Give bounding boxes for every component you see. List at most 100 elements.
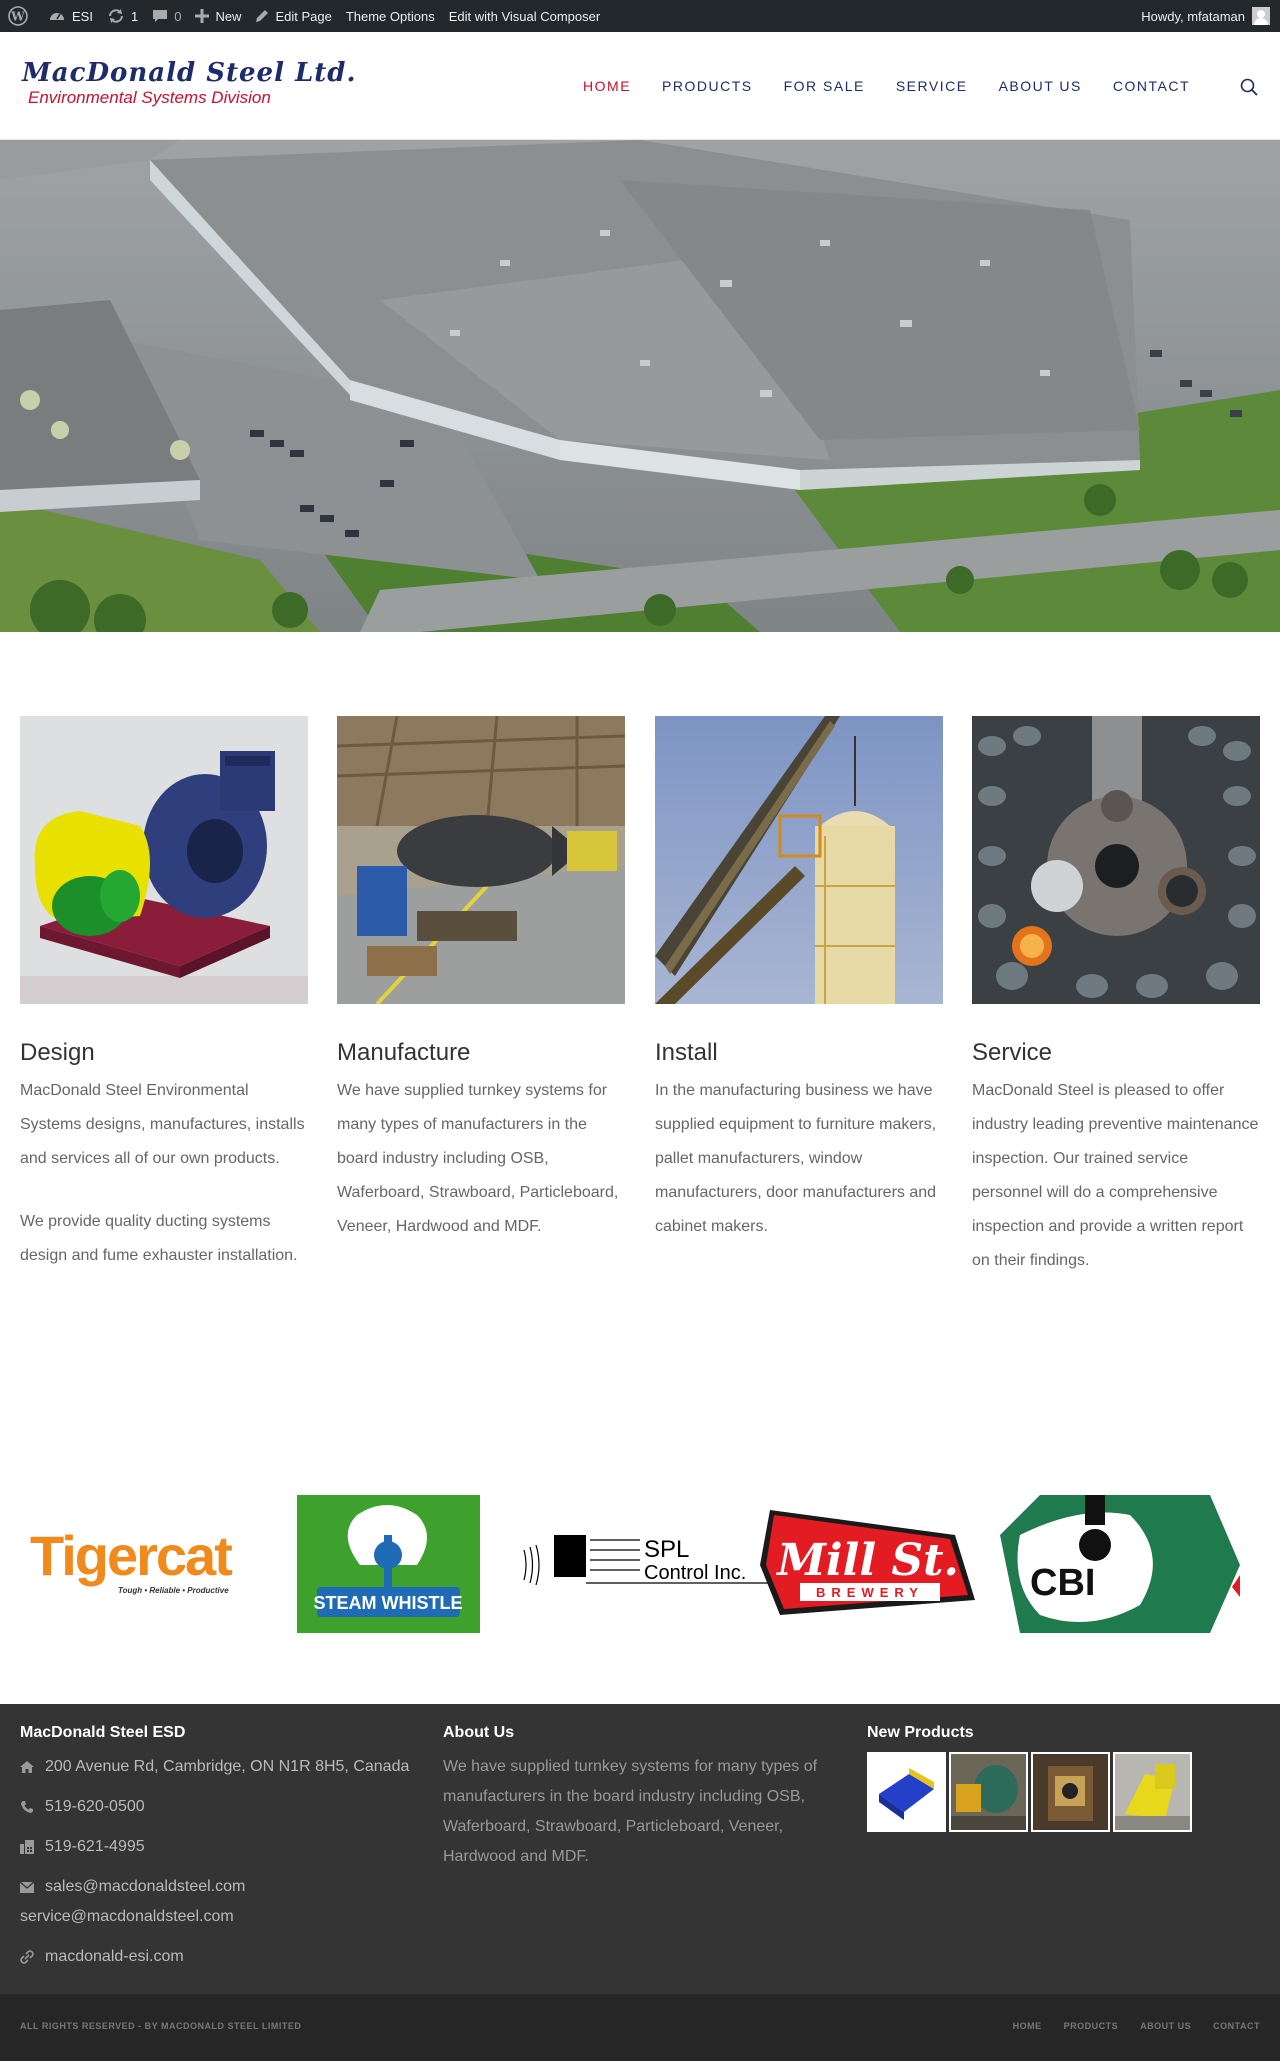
logo-main-text: MacDonald Steel Ltd. <box>22 58 357 88</box>
product-thumb[interactable] <box>867 1752 946 1832</box>
aerial-factory-image <box>0 140 1280 632</box>
nav-home[interactable]: HOME <box>583 78 631 94</box>
product-thumb[interactable] <box>949 1752 1028 1832</box>
howdy-text: Howdy, mfataman <box>1141 8 1245 24</box>
fax-icon <box>20 1840 34 1854</box>
cbi-logo[interactable]: CBI <box>1000 1495 1240 1633</box>
wordpress-icon: W <box>8 6 28 26</box>
wordpress-logo-button[interactable]: W <box>0 0 41 32</box>
steam-whistle-wordmark: STEAM WHISTLE <box>314 1593 463 1613</box>
footer-about-title: About Us <box>443 1724 515 1741</box>
feature-install: Install In the manufacturing business we… <box>655 716 943 1244</box>
theme-options-button[interactable]: Theme Options <box>339 0 442 32</box>
plus-icon <box>195 9 210 23</box>
footer-nav-home[interactable]: HOME <box>1013 2021 1042 2031</box>
site-name-button[interactable]: ESI <box>41 0 100 32</box>
footer-nav-about-us[interactable]: ABOUT US <box>1140 2021 1191 2031</box>
home-icon <box>20 1761 34 1773</box>
dashboard-icon <box>50 13 64 20</box>
nav-contact[interactable]: CONTACT <box>1113 78 1190 94</box>
footer-email: sales@macdonaldsteel.com <box>20 1872 409 1902</box>
phone-text[interactable]: 519-620-0500 <box>45 1792 145 1822</box>
feature-manufacture: Manufacture We have supplied turnkey sys… <box>337 716 625 1244</box>
spl-control-logo[interactable]: SPL Control Inc. <box>520 1495 775 1633</box>
edit-page-label: Edit Page <box>275 8 332 24</box>
my-account-button[interactable]: Howdy, mfataman <box>1141 0 1270 32</box>
new-content-button[interactable]: New <box>188 0 248 32</box>
feature-text: MacDonald Steel Environmental Systems de… <box>20 1082 305 1167</box>
spl-subtitle: Control Inc. <box>644 1562 746 1584</box>
nav-products[interactable]: PRODUCTS <box>662 78 753 94</box>
tigercat-logo[interactable]: Tigercat Tough • Reliable • Productive <box>20 1495 260 1633</box>
footer-about-text: We have supplied turnkey systems for man… <box>443 1758 818 1865</box>
visual-composer-button[interactable]: Edit with Visual Composer <box>442 0 608 32</box>
manufacture-image <box>337 716 625 1004</box>
footer-phone: 519-620-0500 <box>20 1792 409 1822</box>
site-header: MacDonald Steel Ltd. Environmental Syste… <box>0 32 1280 140</box>
footer-contact-title: MacDonald Steel ESD <box>20 1724 186 1741</box>
tigercat-wordmark: Tigercat <box>30 1524 232 1587</box>
search-icon[interactable] <box>1240 78 1258 96</box>
feature-title: Install <box>655 1039 718 1066</box>
feature-text: MacDonald Steel is pleased to offer indu… <box>972 1082 1259 1269</box>
mill-st-wordmark: Mill St. <box>775 1535 959 1586</box>
feature-title: Manufacture <box>337 1039 471 1066</box>
feature-text: We have supplied turnkey systems for man… <box>337 1082 619 1235</box>
footer-nav: HOME PRODUCTS ABOUT US CONTACT <box>991 2021 1260 2031</box>
updates-count: 1 <box>130 8 139 24</box>
email-service-link[interactable]: service@macdonaldsteel.com <box>20 1902 234 1932</box>
site-name: ESI <box>72 8 93 24</box>
feature-text: In the manufacturing business we have su… <box>655 1082 937 1235</box>
edit-page-button[interactable]: Edit Page <box>248 0 338 32</box>
website-link[interactable]: macdonald-esi.com <box>45 1942 184 1972</box>
mill-st-brewery-logo[interactable]: Mill St. BREWERY <box>760 1495 980 1633</box>
avatar <box>1252 7 1270 25</box>
footer-contact-column: MacDonald Steel ESD 200 Avenue Rd, Cambr… <box>20 1704 409 1972</box>
nav-about-us[interactable]: ABOUT US <box>999 78 1082 94</box>
nav-service[interactable]: SERVICE <box>896 78 968 94</box>
updates-button[interactable]: 1 <box>100 0 145 32</box>
spl-wordmark: SPL <box>644 1536 689 1563</box>
address-text: 200 Avenue Rd, Cambridge, ON N1R 8H5, Ca… <box>45 1758 410 1775</box>
footer-nav-products[interactable]: PRODUCTS <box>1064 2021 1119 2031</box>
filter-bags-image <box>972 716 1260 1004</box>
admin-bar: W ESI 1 0 New Edit Page Theme Options Ed… <box>0 0 1280 32</box>
footer-about-column: About Us We have supplied turnkey system… <box>443 1704 843 1872</box>
footer-address: 200 Avenue Rd, Cambridge, ON N1R 8H5, Ca… <box>20 1752 409 1782</box>
footer-website: macdonald-esi.com <box>20 1942 409 1972</box>
envelope-icon <box>20 1881 34 1893</box>
product-thumb[interactable] <box>1031 1752 1110 1832</box>
crane-install-image <box>655 716 943 1004</box>
comments-button[interactable]: 0 <box>145 0 188 32</box>
svg-text:W: W <box>10 10 25 24</box>
new-label: New <box>215 8 242 24</box>
new-products-gallery <box>867 1752 1195 1832</box>
design-image <box>20 716 308 1004</box>
cbi-wordmark: CBI <box>1030 1562 1095 1604</box>
comments-count: 0 <box>174 8 182 24</box>
feature-design: Design MacDonald Steel Environmental Sys… <box>20 716 308 1273</box>
email-sales-link[interactable]: sales@macdonaldsteel.com <box>45 1872 245 1902</box>
product-thumb[interactable] <box>1113 1752 1192 1832</box>
factory-floor-image <box>337 716 625 1004</box>
hero-image <box>0 140 1280 632</box>
feature-service: Service MacDonald Steel is pleased to of… <box>972 716 1260 1278</box>
comment-icon <box>153 10 168 22</box>
nav-for-sale[interactable]: FOR SALE <box>784 78 865 94</box>
site-logo[interactable]: MacDonald Steel Ltd. Environmental Syste… <box>22 58 357 108</box>
link-icon <box>20 1950 34 1964</box>
steam-whistle-logo[interactable]: STEAM WHISTLE <box>297 1495 480 1633</box>
visual-composer-label: Edit with Visual Composer <box>448 8 601 24</box>
fan-render-image <box>20 716 308 1004</box>
feature-title: Design <box>20 1039 95 1066</box>
sub-footer: ALL RIGHTS RESERVED - BY MACDONALD STEEL… <box>0 1994 1280 2061</box>
site-footer: MacDonald Steel ESD 200 Avenue Rd, Cambr… <box>0 1704 1280 1994</box>
phone-icon <box>20 1801 34 1813</box>
brewery-wordmark: BREWERY <box>816 1585 924 1600</box>
client-logos-carousel: Tigercat Tough • Reliable • Productive S… <box>20 1495 1260 1633</box>
footer-new-products-column: New Products <box>867 1704 1195 1832</box>
footer-nav-contact[interactable]: CONTACT <box>1213 2021 1260 2031</box>
logo-sub-text: Environmental Systems Division <box>28 88 271 107</box>
main-nav: HOME PRODUCTS FOR SALE SERVICE ABOUT US … <box>552 32 1190 140</box>
service-image <box>972 716 1260 1004</box>
